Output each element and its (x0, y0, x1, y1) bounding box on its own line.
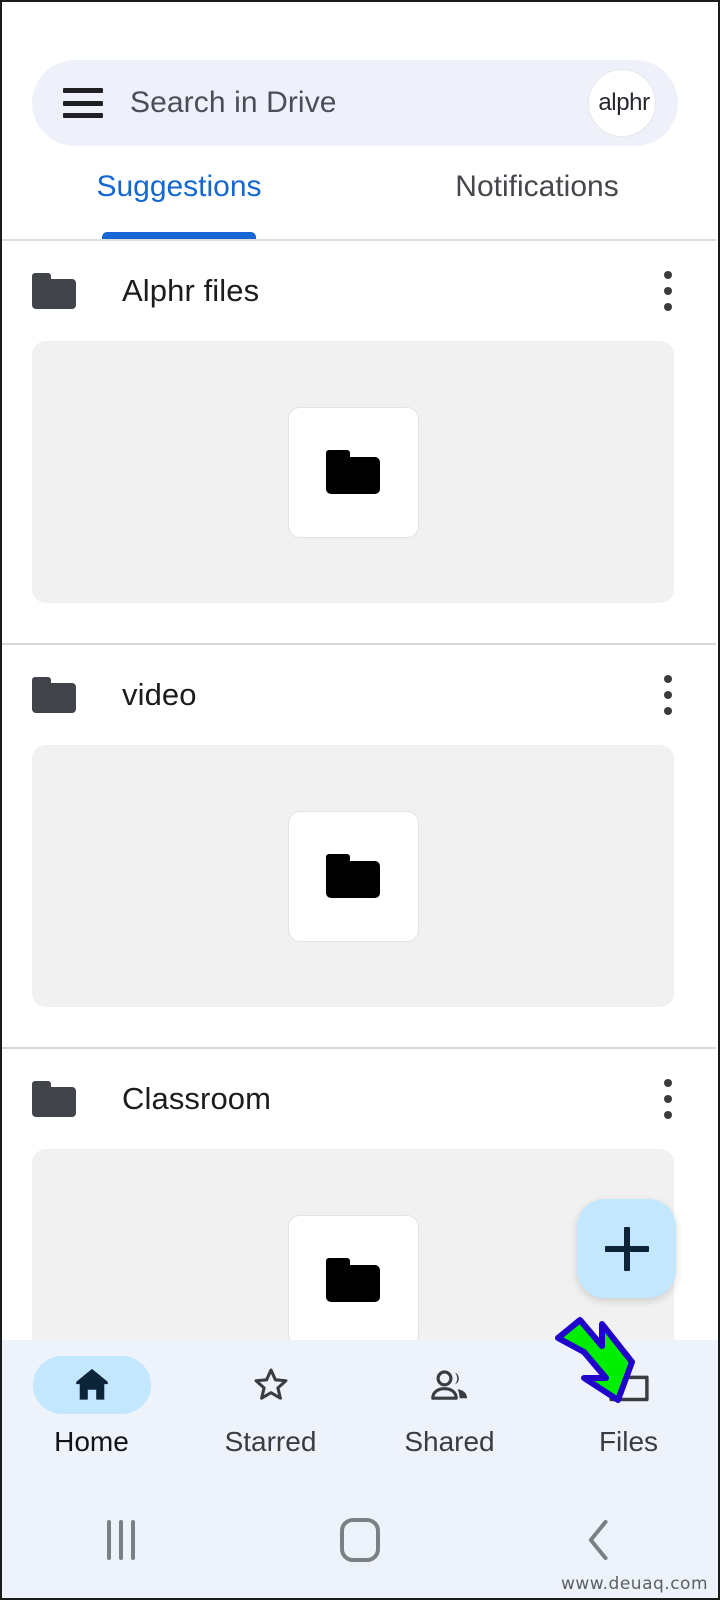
nav-item-shared[interactable]: Shared (360, 1340, 539, 1482)
thumbnail (288, 407, 419, 538)
kebab-dot (664, 1111, 672, 1119)
kebab-dot (664, 675, 672, 683)
kebab-dot (664, 1095, 672, 1103)
recents-bar (107, 1520, 111, 1560)
avatar[interactable]: alphr (588, 69, 656, 137)
card-preview[interactable] (32, 341, 674, 603)
recents-bar (131, 1520, 135, 1560)
nav-item-files-label: Files (599, 1426, 658, 1458)
tab-bar: Suggestions Notifications (0, 162, 716, 240)
thumbnail (288, 1215, 419, 1346)
tab-suggestions[interactable]: Suggestions (0, 162, 358, 240)
home-square-icon (340, 1518, 380, 1562)
folder-outline-icon (606, 1365, 652, 1405)
list-item[interactable]: Alphr files (0, 241, 716, 643)
tab-notifications[interactable]: Notifications (358, 162, 716, 240)
nav-item-home[interactable]: Home (2, 1340, 181, 1482)
search-bar[interactable]: Search in Drive alphr (32, 60, 678, 146)
more-vert-icon[interactable] (664, 271, 672, 311)
home-icon-pill (33, 1356, 151, 1414)
nav-item-starred-label: Starred (225, 1426, 317, 1458)
kebab-dot (664, 271, 672, 279)
home-icon (70, 1363, 114, 1407)
nav-item-files[interactable]: Files (539, 1340, 718, 1482)
avatar-label: alphr (598, 89, 649, 117)
folder-icon (326, 1258, 380, 1302)
tab-suggestions-label: Suggestions (96, 170, 261, 204)
hamburger-bar (63, 88, 103, 93)
card-title: Alphr files (122, 273, 259, 309)
kebab-dot (664, 287, 672, 295)
kebab-dot (664, 707, 672, 715)
card-title: video (122, 677, 197, 713)
recents-icon (107, 1520, 135, 1560)
folder-icon (32, 273, 76, 309)
hamburger-bar (63, 101, 103, 106)
people-icon-wrap (391, 1356, 509, 1414)
recents-bar (119, 1520, 123, 1560)
thumbnail (288, 811, 419, 942)
nav-item-shared-label: Shared (404, 1426, 494, 1458)
back-chevron-icon (582, 1517, 616, 1563)
bottom-navigation: Home Starred Shared (2, 1340, 718, 1482)
more-vert-icon[interactable] (664, 675, 672, 715)
nav-item-home-label: Home (54, 1426, 129, 1458)
create-new-button[interactable] (577, 1199, 676, 1298)
folder-icon-wrap (570, 1356, 688, 1414)
watermark: www.deuaq.com (561, 1574, 708, 1594)
kebab-dot (664, 303, 672, 311)
star-outline-icon (248, 1362, 294, 1408)
system-recents-button[interactable] (2, 1520, 241, 1560)
card-header: video (0, 645, 716, 745)
system-home-button[interactable] (241, 1518, 480, 1562)
card-header: Alphr files (0, 241, 716, 341)
hamburger-menu-icon[interactable] (63, 88, 103, 118)
nav-item-starred[interactable]: Starred (181, 1340, 360, 1482)
card-preview[interactable] (32, 745, 674, 1007)
plus-icon (605, 1227, 649, 1271)
hamburger-bar (63, 113, 103, 118)
kebab-dot (664, 691, 672, 699)
phone-screen: Search in Drive alphr Suggestions Notifi… (0, 0, 720, 1600)
folder-icon (326, 450, 380, 494)
tab-notifications-label: Notifications (455, 170, 618, 204)
card-header: Classroom (0, 1049, 716, 1149)
folder-icon (326, 854, 380, 898)
more-vert-icon[interactable] (664, 1079, 672, 1119)
system-back-button[interactable] (479, 1517, 718, 1563)
kebab-dot (664, 1079, 672, 1087)
card-title: Classroom (122, 1081, 271, 1117)
folder-icon (32, 1081, 76, 1117)
star-icon-wrap (212, 1356, 330, 1414)
folder-icon (32, 677, 76, 713)
list-item[interactable]: video (0, 645, 716, 1047)
people-icon (426, 1363, 474, 1407)
